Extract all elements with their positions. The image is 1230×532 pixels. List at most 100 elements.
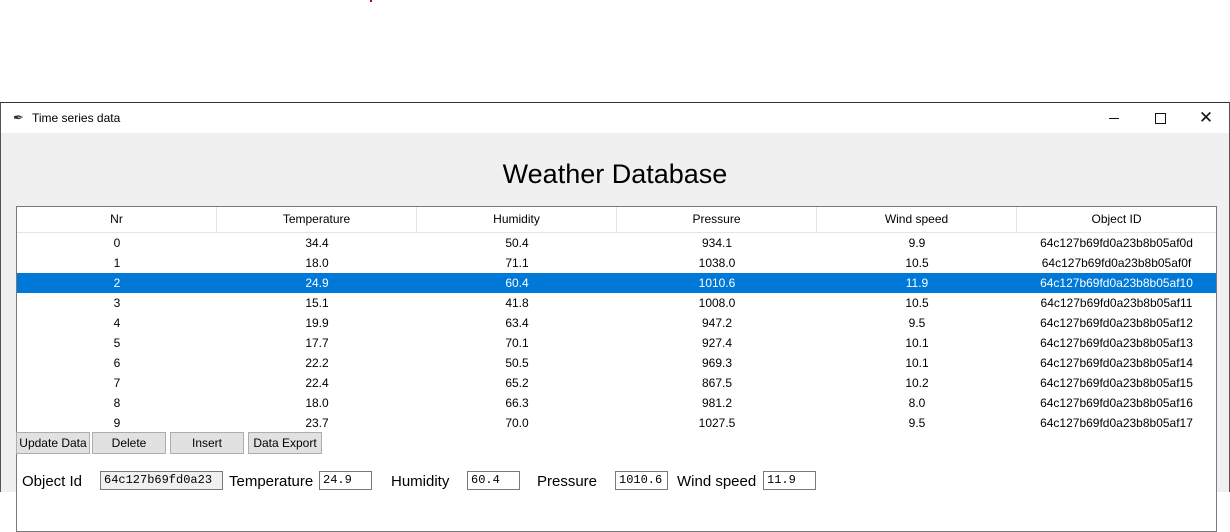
table-header: Nr Temperature Humidity Pressure Wind sp…	[17, 207, 1216, 233]
cell-temperature: 22.4	[305, 376, 329, 390]
cell-nr: 2	[113, 276, 121, 290]
cell-nr: 1	[113, 256, 121, 270]
cell-humidity: 60.4	[505, 276, 529, 290]
wind-speed-label: Wind speed	[677, 473, 757, 490]
column-header-nr[interactable]: Nr	[17, 207, 217, 232]
cell-temperature: 34.4	[305, 236, 329, 250]
cell-wind-speed: 9.9	[908, 236, 926, 250]
cell-pressure: 927.4	[701, 336, 733, 350]
data-export-button[interactable]: Data Export	[248, 432, 322, 454]
delete-button[interactable]: Delete	[92, 432, 166, 454]
table-row[interactable]: 3 15.1 41.8 1008.0 10.5 64c127b69fd0a23b8b05a…	[17, 293, 1216, 313]
minimize-button[interactable]	[1091, 103, 1137, 133]
column-header-humidity[interactable]: Humidity	[417, 207, 617, 232]
window-title: Time series data	[32, 111, 121, 125]
close-button[interactable]: ✕	[1183, 103, 1229, 133]
cell-humidity: 66.3	[505, 396, 529, 410]
cell-wind-speed: 10.2	[905, 376, 929, 390]
cell-pressure: 981.2	[701, 396, 733, 410]
column-header-wind-speed[interactable]: Wind speed	[817, 207, 1017, 232]
table-row[interactable]: 0 34.4 50.4 934.1 9.9 64c127b69fd0a23b8b05af0…	[17, 233, 1216, 253]
cell-pressure: 969.3	[701, 356, 733, 370]
cell-temperature: 23.7	[305, 416, 329, 430]
cell-wind-speed: 9.5	[908, 316, 926, 330]
update-data-button[interactable]: Update Data	[16, 432, 90, 454]
table-row-selected[interactable]: 2 24.9 60.4 1010.6 11.9 64c127b69fd0a23b8b05a…	[17, 273, 1216, 293]
cell-pressure: 1010.6	[698, 276, 736, 290]
edit-form: Object Id 64c127b69fd0a23 Temperature 24…	[1, 470, 1229, 492]
table-row[interactable]: 8 18.0 66.3 981.2 8.0 64c127b69fd0a23b8b05af1…	[17, 393, 1216, 413]
wind-speed-field[interactable]: 11.9	[763, 471, 816, 490]
column-header-pressure[interactable]: Pressure	[617, 207, 817, 232]
cell-object-id: 64c127b69fd0a23b8b05af0f	[1041, 256, 1192, 270]
close-icon: ✕	[1198, 108, 1214, 127]
table-row[interactable]: 4 19.9 63.4 947.2 9.5 64c127b69fd0a23b8b05af1…	[17, 313, 1216, 333]
cell-wind-speed: 10.5	[905, 296, 929, 310]
cell-nr: 7	[113, 376, 121, 390]
object-id-label: Object Id	[22, 473, 83, 490]
cell-nr: 8	[113, 396, 121, 410]
object-id-field[interactable]: 64c127b69fd0a23	[100, 471, 223, 490]
pressure-label: Pressure	[537, 473, 598, 490]
minimize-icon	[1109, 117, 1119, 119]
cell-temperature: 18.0	[305, 256, 329, 270]
cell-nr: 0	[113, 236, 121, 250]
pressure-field[interactable]: 1010.6	[615, 471, 668, 490]
title-bar[interactable]: ✒ Time series data ✕	[1, 103, 1229, 133]
table-body: 0 34.4 50.4 934.1 9.9 64c127b69fd0a23b8b05af0…	[17, 233, 1216, 433]
cell-wind-speed: 10.5	[905, 256, 929, 270]
maximize-icon	[1154, 112, 1166, 124]
cell-temperature: 24.9	[305, 276, 329, 290]
cell-object-id: 64c127b69fd0a23b8b05af12	[1040, 316, 1193, 330]
cell-humidity: 50.4	[505, 236, 529, 250]
cell-pressure: 1038.0	[698, 256, 736, 270]
cell-wind-speed: 10.1	[905, 356, 929, 370]
maximize-button[interactable]	[1137, 103, 1183, 133]
insert-button[interactable]: Insert	[170, 432, 244, 454]
cell-pressure: 1008.0	[698, 296, 736, 310]
cell-nr: 5	[113, 336, 121, 350]
cell-object-id: 64c127b69fd0a23b8b05af0d	[1040, 236, 1193, 250]
cell-temperature: 18.0	[305, 396, 329, 410]
table-row[interactable]: 9 23.7 70.0 1027.5 9.5 64c127b69fd0a23b8b05af…	[17, 413, 1216, 433]
cell-temperature: 15.1	[305, 296, 329, 310]
cell-humidity: 50.5	[505, 356, 529, 370]
feather-icon: ✒	[13, 110, 24, 125]
table-row[interactable]: 6 22.2 50.5 969.3 10.1 64c127b69fd0a23b8b05af…	[17, 353, 1216, 373]
humidity-field[interactable]: 60.4	[467, 471, 520, 490]
cell-humidity: 71.1	[505, 256, 529, 270]
cell-object-id: 64c127b69fd0a23b8b05af14	[1040, 356, 1193, 370]
cell-humidity: 65.2	[505, 376, 529, 390]
cell-nr: 4	[113, 316, 121, 330]
cell-object-id: 64c127b69fd0a23b8b05af11	[1040, 296, 1193, 310]
cell-humidity: 70.1	[505, 336, 529, 350]
column-header-temperature[interactable]: Temperature	[217, 207, 417, 232]
page-title: Weather Database	[502, 159, 728, 189]
cell-humidity: 63.4	[505, 316, 529, 330]
temperature-field[interactable]: 24.9	[319, 471, 372, 490]
cell-wind-speed: 11.9	[905, 276, 929, 290]
table-row[interactable]: 1 18.0 71.1 1038.0 10.5 64c127b69fd0a23b8b05a…	[17, 253, 1216, 273]
cell-wind-speed: 9.5	[908, 416, 926, 430]
cell-temperature: 22.2	[305, 356, 329, 370]
cell-pressure: 934.1	[701, 236, 733, 250]
button-bar: Update Data Delete Insert Data Export	[16, 432, 324, 454]
cell-wind-speed: 8.0	[908, 396, 926, 410]
cell-object-id: 64c127b69fd0a23b8b05af16	[1040, 396, 1193, 410]
cell-nr: 3	[113, 296, 121, 310]
stray-pixel	[370, 0, 372, 2]
cell-object-id: 64c127b69fd0a23b8b05af10	[1040, 276, 1193, 290]
app-window: ✒ Time series data ✕ Weather Database Nr…	[0, 102, 1230, 532]
temperature-label: Temperature	[229, 473, 314, 490]
humidity-label: Humidity	[391, 473, 450, 490]
table-row[interactable]: 7 22.4 65.2 867.5 10.2 64c127b69fd0a23b8b05af…	[17, 373, 1216, 393]
cell-humidity: 41.8	[505, 296, 529, 310]
cell-pressure: 1027.5	[698, 416, 736, 430]
cell-nr: 6	[113, 356, 121, 370]
column-header-object-id[interactable]: Object ID	[1017, 207, 1216, 232]
cell-object-id: 64c127b69fd0a23b8b05af17	[1040, 416, 1193, 430]
cell-object-id: 64c127b69fd0a23b8b05af13	[1040, 336, 1193, 350]
table-row[interactable]: 5 17.7 70.1 927.4 10.1 64c127b69fd0a23b8b05af…	[17, 333, 1216, 353]
cell-temperature: 19.9	[305, 316, 329, 330]
cell-wind-speed: 10.1	[905, 336, 929, 350]
